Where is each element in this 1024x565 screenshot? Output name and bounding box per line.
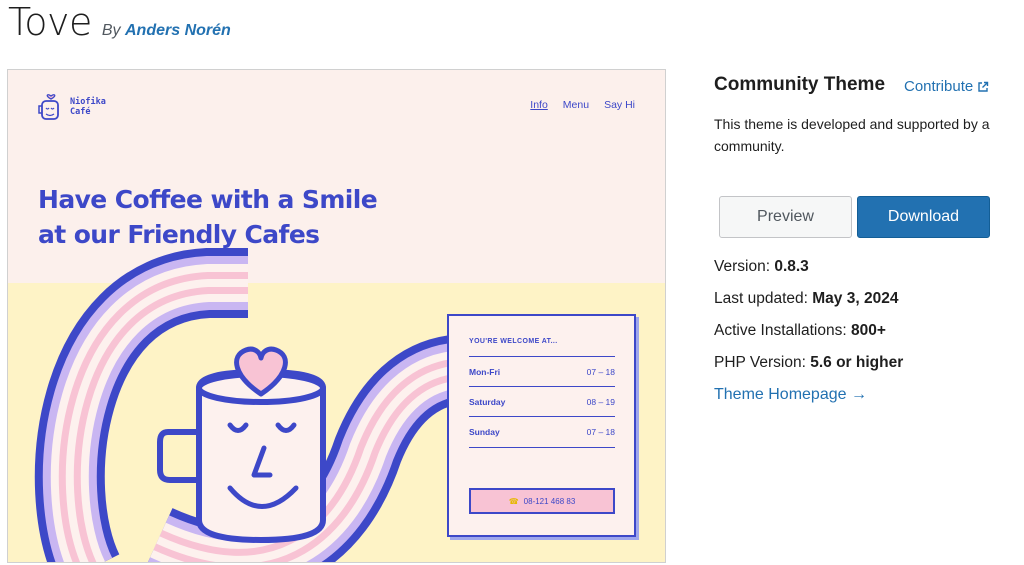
hours-row: Saturday 08 – 19 [469, 386, 615, 416]
theme-title: Tove [8, 0, 92, 44]
hero-title: Have Coffee with a Smile at our Friendly… [38, 182, 438, 252]
hours-time: 07 – 18 [586, 366, 615, 377]
active-installs-row: Active Installations: 800+ [714, 320, 903, 352]
hours-day: Saturday [469, 396, 506, 407]
active-installs-label: Active Installations: [714, 322, 847, 339]
site-navigation: Info Menu Say Hi [530, 99, 635, 111]
theme-author: By Anders Norén [102, 22, 231, 40]
hours-day: Sunday [469, 426, 500, 437]
php-version-row: PHP Version: 5.6 or higher [714, 352, 903, 384]
theme-homepage-link[interactable]: Theme Homepage → [714, 386, 867, 403]
hours-row: Sunday 07 – 18 [469, 416, 615, 446]
community-theme-title: Community Theme [714, 74, 886, 95]
phone-button: ☎ 08-121 468 83 [469, 488, 615, 514]
php-version-label: PHP Version: [714, 354, 806, 371]
external-link-icon [978, 81, 989, 92]
hours-time: 08 – 19 [586, 396, 615, 407]
hours-time: 07 – 18 [586, 426, 615, 437]
version-label: Version: [714, 258, 771, 275]
theme-screenshot: Niofika Café Info Menu Say Hi Have Coffe… [7, 69, 666, 563]
preview-button[interactable]: Preview [719, 196, 852, 238]
by-label: By [101, 22, 121, 39]
nav-item-info: Info [530, 99, 548, 111]
php-version-value: 5.6 or higher [810, 354, 904, 371]
cafe-logo-text: Niofika Café [70, 97, 106, 117]
hero-line-1: Have Coffee with a Smile [38, 185, 378, 214]
theme-meta: Version: 0.8.3 Last updated: May 3, 2024… [714, 256, 903, 416]
opening-hours-card: YOU'RE WELCOME AT... Mon-Fri 07 – 18 Sat… [447, 314, 636, 537]
nav-item-say-hi: Say Hi [604, 99, 635, 111]
version-row: Version: 0.8.3 [714, 256, 903, 288]
last-updated-row: Last updated: May 3, 2024 [714, 288, 903, 320]
theme-homepage-row: Theme Homepage → [714, 384, 903, 416]
contribute-link[interactable]: Contribute [904, 78, 989, 95]
nav-item-menu: Menu [562, 99, 590, 111]
hours-divider [469, 447, 615, 448]
theme-header: Tove By Anders Norén [8, 0, 231, 48]
logo-line-1: Niofika [70, 97, 106, 107]
last-updated-label: Last updated: [714, 290, 808, 307]
active-installs-value: 800+ [851, 322, 886, 339]
cafe-logo: Niofika Café [38, 92, 106, 122]
hero-line-2: at our Friendly Cafes [38, 220, 320, 249]
phone-icon: ☎ [508, 496, 519, 506]
logo-line-2: Café [70, 107, 91, 117]
version-value: 0.8.3 [774, 258, 809, 275]
phone-number: 08-121 468 83 [523, 496, 576, 506]
hours-heading: YOU'RE WELCOME AT... [469, 338, 558, 345]
hours-row: Mon-Fri 07 – 18 [469, 356, 615, 386]
download-button[interactable]: Download [857, 196, 990, 238]
contribute-label: Contribute [904, 78, 974, 95]
author-link[interactable]: Anders Norén [125, 22, 231, 39]
cafe-logo-icon [38, 94, 59, 120]
hours-day: Mon-Fri [469, 366, 501, 377]
last-updated-value: May 3, 2024 [812, 290, 899, 307]
community-description: This theme is developed and supported by… [714, 116, 990, 154]
